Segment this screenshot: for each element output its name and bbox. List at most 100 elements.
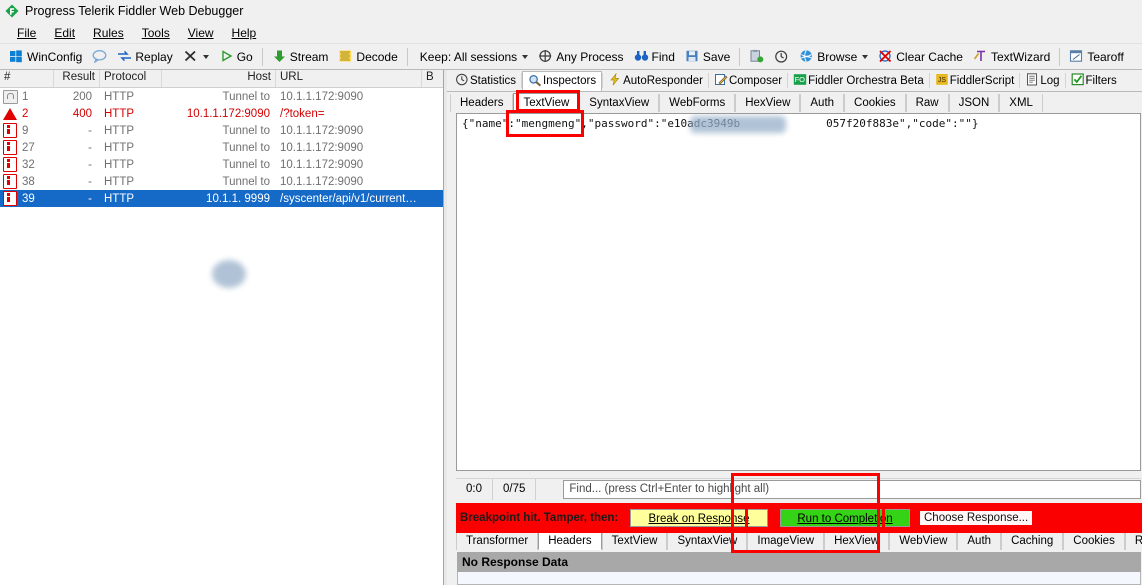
winconfig-button[interactable]: WinConfig [4, 45, 87, 68]
menu-edit-label: Edit [54, 25, 76, 40]
session-protocol: HTTP [104, 192, 135, 205]
toolbar-separator-2 [406, 47, 408, 66]
keep-sessions-dropdown[interactable]: Keep: All sessions [412, 45, 533, 68]
tab-composer[interactable]: Composer [709, 71, 787, 90]
remove-dropdown-caret-icon[interactable] [202, 54, 209, 59]
green-play-icon [219, 49, 234, 64]
stream-button[interactable]: Stream [267, 45, 334, 68]
run-to-completion-button[interactable]: Run to Completion [780, 509, 910, 527]
session-url: 10.1.1.172:9090 [280, 124, 364, 137]
redaction-blur-password [690, 116, 786, 133]
menu-item-edit[interactable]: Edit [45, 24, 84, 42]
tab-autoresponder[interactable]: AutoResponder [603, 71, 708, 90]
tab-composer-label: Composer [729, 74, 783, 87]
tab-response-headers[interactable]: Headers [538, 531, 602, 550]
find-input[interactable]: Find... (press Ctrl+Enter to highlight a… [563, 479, 1141, 499]
tab-fiddlerscript[interactable]: JS FiddlerScript [930, 71, 1020, 90]
textwizard-button[interactable]: TextWizard [968, 45, 1055, 68]
textwizard-icon [973, 49, 988, 64]
tab-request-json[interactable]: JSON [948, 94, 1000, 112]
tab-response-transformer[interactable]: Transformer [456, 532, 539, 550]
tab-log[interactable]: Log [1020, 71, 1064, 90]
menu-item-view[interactable]: View [179, 24, 223, 42]
find-label: Find [651, 49, 675, 64]
column-header-protocol[interactable]: Protocol [100, 70, 162, 87]
tab-response-syntaxview[interactable]: SyntaxView [667, 532, 748, 550]
find-button[interactable]: Find [629, 45, 680, 68]
menu-item-tools[interactable]: Tools [133, 24, 179, 42]
tab-request-syntaxview[interactable]: SyntaxView [579, 94, 660, 112]
tab-inspectors[interactable]: Inspectors [522, 70, 603, 91]
redaction-blur [212, 260, 246, 288]
tab-response-cookies[interactable]: Cookies [1063, 532, 1125, 550]
column-header-host[interactable]: Host [162, 70, 276, 87]
tab-response-raw[interactable]: Raw [1124, 532, 1142, 550]
remove-button[interactable] [178, 45, 214, 68]
timer-button[interactable] [769, 45, 794, 68]
table-row[interactable]: 32 - HTTP Tunnel to 10.1.1.172:9090 [0, 156, 446, 173]
session-url: /?token= [280, 107, 325, 120]
column-header-number[interactable]: # [0, 70, 54, 87]
table-row[interactable]: 2 400 HTTP 10.1.1.172:9090 /?token= [0, 105, 446, 122]
caret-position: 0:0 [456, 478, 493, 500]
tearoff-button[interactable]: Tearoff [1064, 45, 1128, 68]
tab-fiddler-orchestra[interactable]: FO Fiddler Orchestra Beta [788, 71, 929, 90]
any-process-button[interactable]: Any Process [533, 45, 628, 68]
menu-item-rules[interactable]: Rules [84, 24, 133, 42]
tab-request-cookies[interactable]: Cookies [844, 94, 906, 112]
request-body-username: "mengmeng", [514, 117, 588, 130]
table-row[interactable]: 38 - HTTP Tunnel to 10.1.1.172:9090 [0, 173, 446, 190]
replay-button[interactable]: Replay [112, 45, 177, 68]
tab-fiddlerscript-label: FiddlerScript [949, 74, 1015, 87]
tab-response-auth[interactable]: Auth [957, 532, 1002, 550]
browse-button[interactable]: Browse [794, 45, 873, 68]
request-textview-editor[interactable]: {"name":"mengmeng","password":"e10adc394… [456, 113, 1141, 471]
tab-request-textview[interactable]: TextView [513, 93, 580, 112]
table-row-selected[interactable]: 39 - HTTP 10.1.1. 9999 /syscenter/api/v1… [0, 190, 446, 207]
clear-cache-button[interactable]: Clear Cache [873, 45, 968, 68]
tab-autoresponder-label: AutoResponder [623, 74, 703, 87]
decode-button[interactable]: Decode [333, 45, 402, 68]
tab-statistics[interactable]: Statistics [450, 71, 521, 90]
session-protocol: HTTP [104, 158, 135, 171]
lightning-bolt-icon [608, 72, 623, 88]
svg-text:FO: FO [795, 75, 806, 84]
tab-response-hexview[interactable]: HexView [824, 532, 890, 550]
choose-response-button[interactable]: Choose Response... [920, 511, 1033, 525]
tab-request-auth[interactable]: Auth [800, 94, 845, 112]
browse-caret-icon[interactable] [862, 54, 869, 59]
menu-help-label: Help [231, 25, 257, 40]
tab-request-hexview[interactable]: HexView [735, 94, 801, 112]
tab-request-headers[interactable]: Headers [450, 94, 514, 112]
tab-response-webview[interactable]: WebView [889, 532, 958, 550]
session-number: 2 [22, 107, 29, 120]
save-button[interactable]: Save [680, 45, 735, 68]
column-header-result[interactable]: Result [54, 70, 100, 87]
tab-request-raw[interactable]: Raw [905, 94, 949, 112]
tab-request-xml[interactable]: XML [999, 94, 1043, 112]
table-row[interactable]: 9 - HTTP Tunnel to 10.1.1.172:9090 [0, 122, 446, 139]
menu-item-help[interactable]: Help [223, 24, 266, 42]
break-on-response-button[interactable]: Break on Response [630, 509, 768, 527]
keep-sessions-caret-icon[interactable] [522, 54, 529, 59]
tab-response-imageview[interactable]: ImageView [747, 532, 825, 550]
tab-response-caching[interactable]: Caching [1001, 532, 1064, 550]
go-button[interactable]: Go [214, 45, 258, 68]
tab-log-label: Log [1040, 74, 1060, 87]
run-to-completion-label: Run to Completion [797, 513, 893, 525]
remove-x-icon [183, 49, 198, 64]
breakpoint-bar: Breakpoint hit. Tamper, then: Break on R… [456, 506, 1141, 530]
statistics-clock-icon [455, 73, 470, 88]
session-result: - [88, 175, 92, 188]
tab-filters[interactable]: Filters [1066, 71, 1122, 90]
tab-request-webforms[interactable]: WebForms [659, 94, 736, 112]
table-row[interactable]: 27 - HTTP Tunnel to 10.1.1.172:9090 [0, 139, 446, 156]
request-tab-bar: Headers TextView SyntaxView WebForms Hex… [447, 92, 1142, 112]
menu-item-file[interactable]: File [8, 24, 45, 42]
column-header-url[interactable]: URL [276, 70, 422, 87]
comment-button[interactable] [87, 45, 112, 68]
table-row[interactable]: 1 200 HTTP Tunnel to 10.1.1.172:9090 [0, 88, 446, 105]
copy-clipboard-button[interactable] [744, 45, 769, 68]
tab-response-textview[interactable]: TextView [601, 532, 668, 550]
any-process-label: Any Process [556, 49, 624, 64]
